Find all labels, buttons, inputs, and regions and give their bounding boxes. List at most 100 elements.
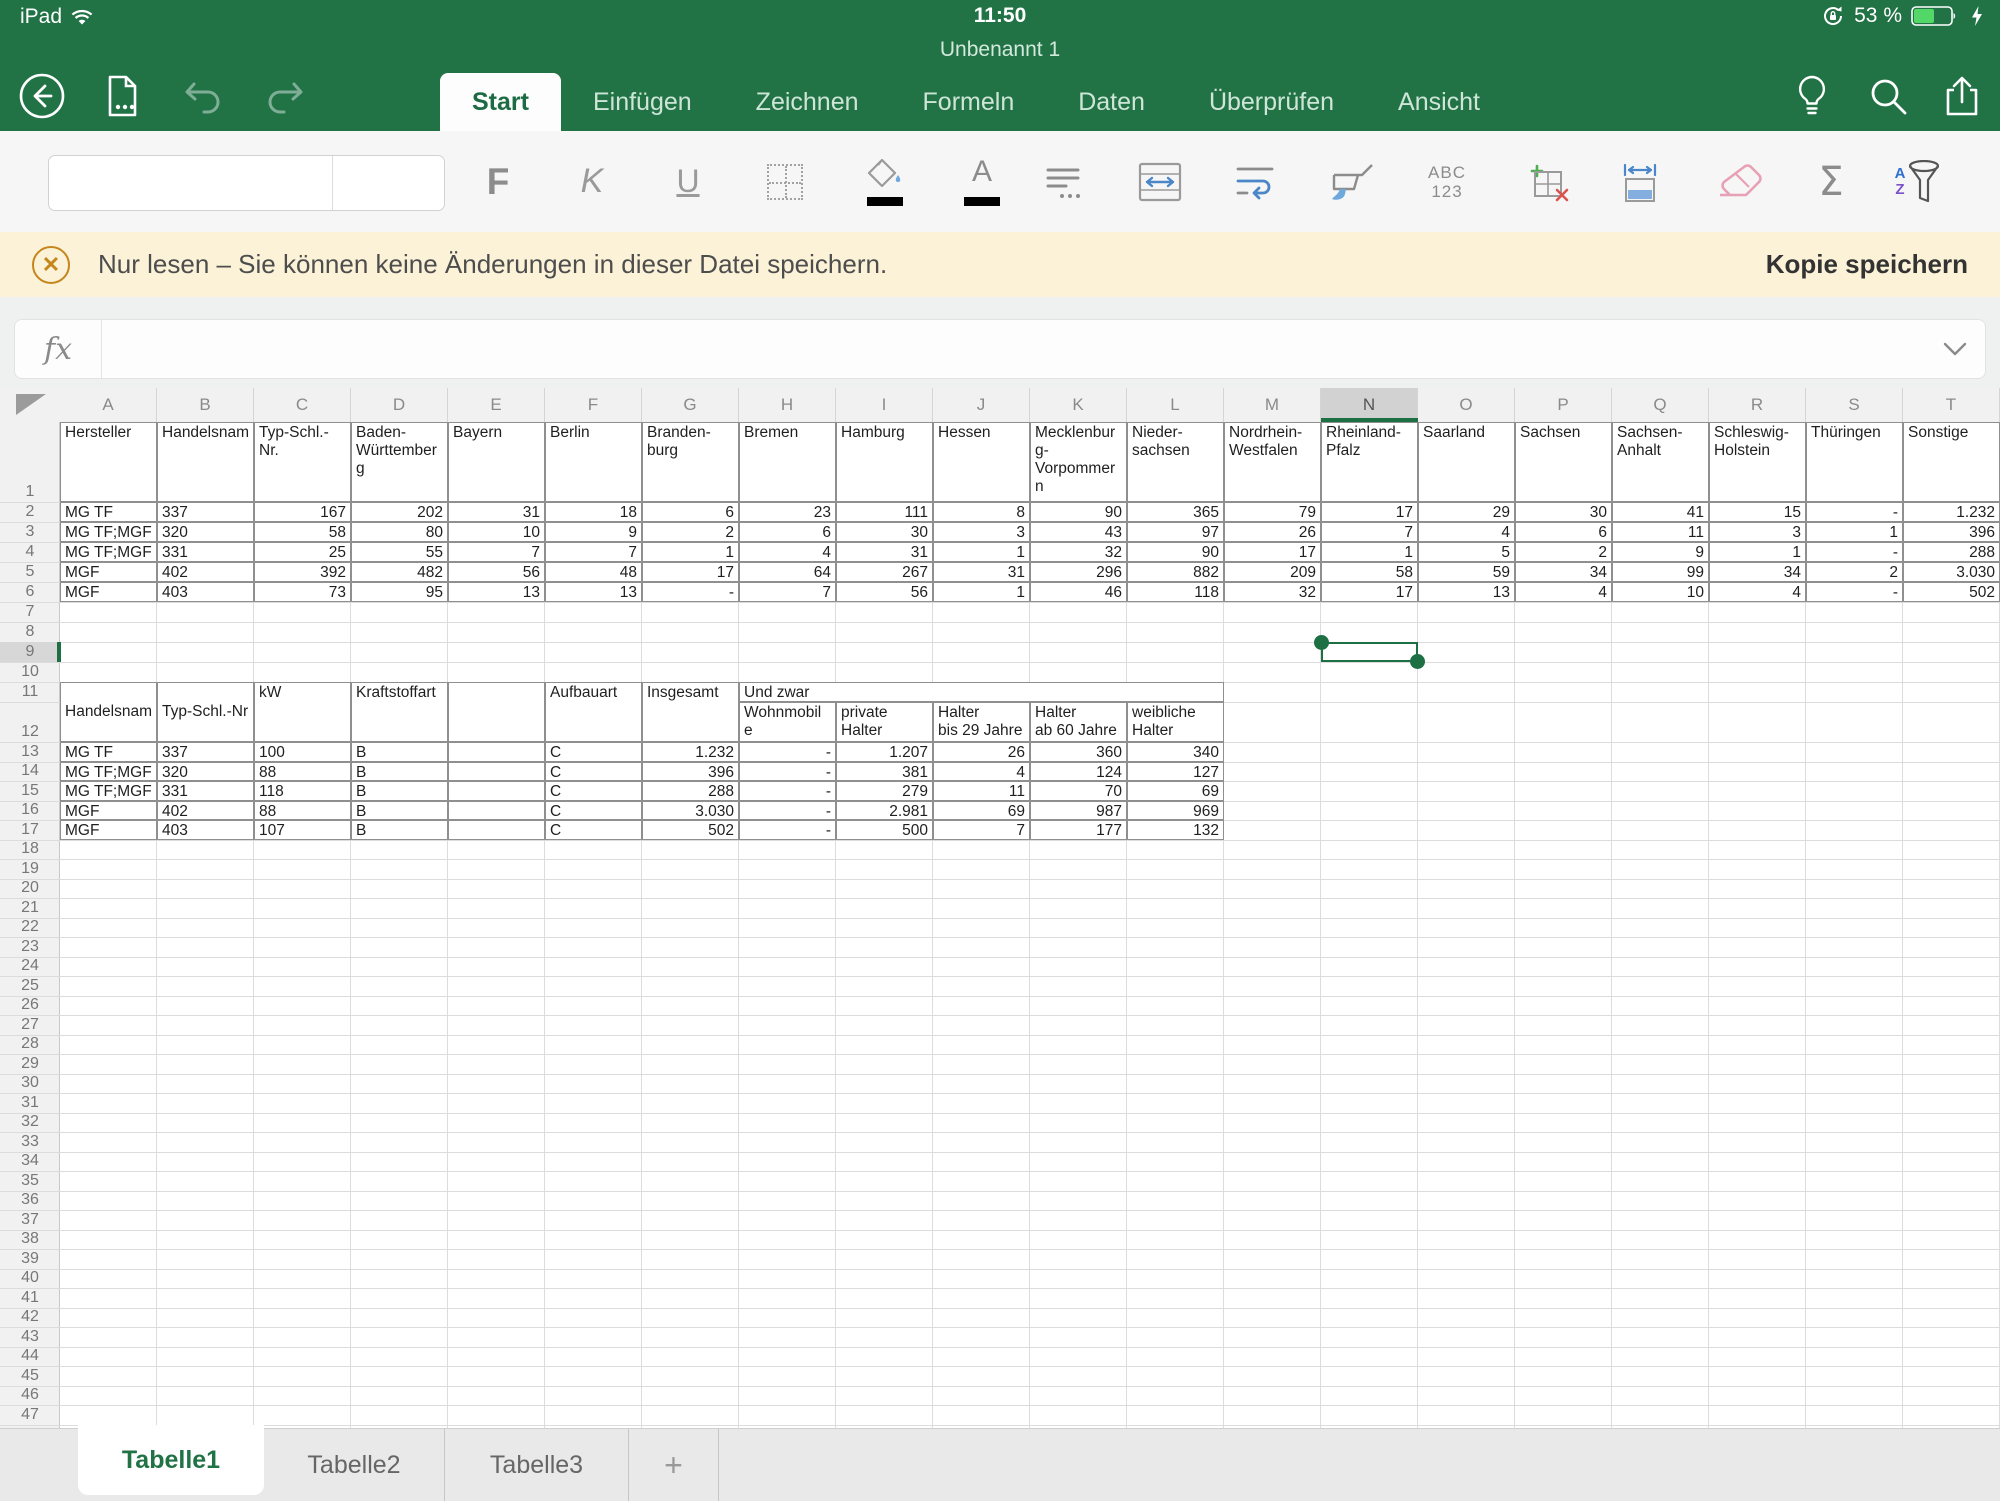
- search-icon[interactable]: [1862, 70, 1914, 122]
- cell-H14[interactable]: -: [739, 762, 836, 782]
- column-header-S[interactable]: S: [1806, 388, 1903, 422]
- cell-M5[interactable]: 209: [1224, 562, 1321, 582]
- cell-Q6[interactable]: 10: [1612, 582, 1709, 602]
- cell-D2[interactable]: 202: [351, 502, 448, 522]
- ribbon-tab-formeln[interactable]: Formeln: [891, 73, 1047, 131]
- cell-H5[interactable]: 64: [739, 562, 836, 582]
- cell-P4[interactable]: 2: [1515, 542, 1612, 562]
- ribbon-tab-überprüfen[interactable]: Überprüfen: [1177, 73, 1366, 131]
- cell-J12[interactable]: Halter bis 29 Jahre: [933, 702, 1030, 742]
- cell-K4[interactable]: 32: [1030, 542, 1127, 562]
- row-header-3[interactable]: 3: [0, 522, 60, 542]
- cell-H13[interactable]: -: [739, 742, 836, 762]
- cell-F15[interactable]: C: [545, 781, 642, 801]
- row-header-41[interactable]: 41: [0, 1288, 60, 1308]
- cell-G2[interactable]: 6: [642, 502, 739, 522]
- cell-L5[interactable]: 882: [1127, 562, 1224, 582]
- cell-D4[interactable]: 55: [351, 542, 448, 562]
- cell-R3[interactable]: 3: [1709, 522, 1806, 542]
- cell-Q3[interactable]: 11: [1612, 522, 1709, 542]
- cell-N6[interactable]: 17: [1321, 582, 1418, 602]
- font-color-button[interactable]: A: [937, 131, 1027, 232]
- column-header-A[interactable]: A: [60, 388, 157, 422]
- column-header-J[interactable]: J: [933, 388, 1030, 422]
- row-header-42[interactable]: 42: [0, 1308, 60, 1328]
- column-header-L[interactable]: L: [1127, 388, 1224, 422]
- italic-button[interactable]: K: [547, 131, 637, 232]
- cell-L6[interactable]: 118: [1127, 582, 1224, 602]
- cell-S1[interactable]: Thüringen: [1806, 422, 1903, 502]
- alignment-button[interactable]: [1020, 131, 1110, 232]
- cell-K5[interactable]: 296: [1030, 562, 1127, 582]
- selection-box[interactable]: [1321, 642, 1418, 662]
- cell-J14[interactable]: 4: [933, 762, 1030, 782]
- column-header-B[interactable]: B: [157, 388, 254, 422]
- cell-C17[interactable]: 107: [254, 820, 351, 840]
- cell-C15[interactable]: 118: [254, 781, 351, 801]
- cell-S4[interactable]: -: [1806, 542, 1903, 562]
- row-header-47[interactable]: 47: [0, 1405, 60, 1425]
- cell-H4[interactable]: 4: [739, 542, 836, 562]
- cell-N3[interactable]: 7: [1321, 522, 1418, 542]
- cell-J2[interactable]: 8: [933, 502, 1030, 522]
- row-header-25[interactable]: 25: [0, 976, 60, 996]
- cell-Q1[interactable]: Sachsen- Anhalt: [1612, 422, 1709, 502]
- cell-S5[interactable]: 2: [1806, 562, 1903, 582]
- cell-E5[interactable]: 56: [448, 562, 545, 582]
- cell-F1[interactable]: Berlin: [545, 422, 642, 502]
- cell-Q5[interactable]: 99: [1612, 562, 1709, 582]
- cell-O1[interactable]: Saarland: [1418, 422, 1515, 502]
- cell-H12[interactable]: Wohnmobil e: [739, 702, 836, 742]
- cell-F2[interactable]: 18: [545, 502, 642, 522]
- cell-D16[interactable]: B: [351, 801, 448, 821]
- cell-J3[interactable]: 3: [933, 522, 1030, 542]
- cell-B11[interactable]: Typ-Schl.-Nr: [157, 682, 254, 742]
- cell-I2[interactable]: 111: [836, 502, 933, 522]
- row-header-5[interactable]: 5: [0, 562, 60, 582]
- cell-H17[interactable]: -: [739, 820, 836, 840]
- cell-K2[interactable]: 90: [1030, 502, 1127, 522]
- cell-A11[interactable]: Handelsnam: [60, 682, 157, 742]
- cell-I5[interactable]: 267: [836, 562, 933, 582]
- cell-O6[interactable]: 13: [1418, 582, 1515, 602]
- cell-J1[interactable]: Hessen: [933, 422, 1030, 502]
- cell-J16[interactable]: 69: [933, 801, 1030, 821]
- cell-K15[interactable]: 70: [1030, 781, 1127, 801]
- cell-D3[interactable]: 80: [351, 522, 448, 542]
- cell-F6[interactable]: 13: [545, 582, 642, 602]
- cell-A1[interactable]: Hersteller: [60, 422, 157, 502]
- wrap-text-button[interactable]: [1210, 131, 1300, 232]
- column-width-button[interactable]: [1595, 131, 1685, 232]
- cell-F5[interactable]: 48: [545, 562, 642, 582]
- cell-L15[interactable]: 69: [1127, 781, 1224, 801]
- cell-A5[interactable]: MGF: [60, 562, 157, 582]
- cell-T3[interactable]: 396: [1903, 522, 2000, 542]
- cell-F11[interactable]: Aufbauart: [545, 682, 642, 742]
- share-icon[interactable]: [1936, 70, 1988, 122]
- cell-D5[interactable]: 482: [351, 562, 448, 582]
- cell-M1[interactable]: Nordrhein- Westfalen: [1224, 422, 1321, 502]
- cell-J17[interactable]: 7: [933, 820, 1030, 840]
- cell-P5[interactable]: 34: [1515, 562, 1612, 582]
- cell-I16[interactable]: 2.981: [836, 801, 933, 821]
- cell-B15[interactable]: 331: [157, 781, 254, 801]
- cell-A14[interactable]: MG TF;MGF: [60, 762, 157, 782]
- cell-F14[interactable]: C: [545, 762, 642, 782]
- row-header-35[interactable]: 35: [0, 1171, 60, 1191]
- cell-C11[interactable]: kW: [254, 682, 351, 742]
- row-header-34[interactable]: 34: [0, 1152, 60, 1172]
- cell-E6[interactable]: 13: [448, 582, 545, 602]
- cell-F3[interactable]: 9: [545, 522, 642, 542]
- cell-K1[interactable]: Mecklenbur g- Vorpommer n: [1030, 422, 1127, 502]
- cell-B3[interactable]: 320: [157, 522, 254, 542]
- cell-T6[interactable]: 502: [1903, 582, 2000, 602]
- cell-S3[interactable]: 1: [1806, 522, 1903, 542]
- cell-G11[interactable]: Insgesamt: [642, 682, 739, 742]
- cell-E1[interactable]: Bayern: [448, 422, 545, 502]
- row-header-13[interactable]: 13: [0, 742, 60, 762]
- cell-E13[interactable]: [448, 742, 545, 762]
- cell-R5[interactable]: 34: [1709, 562, 1806, 582]
- cell-H1[interactable]: Bremen: [739, 422, 836, 502]
- cell-C5[interactable]: 392: [254, 562, 351, 582]
- cell-S2[interactable]: -: [1806, 502, 1903, 522]
